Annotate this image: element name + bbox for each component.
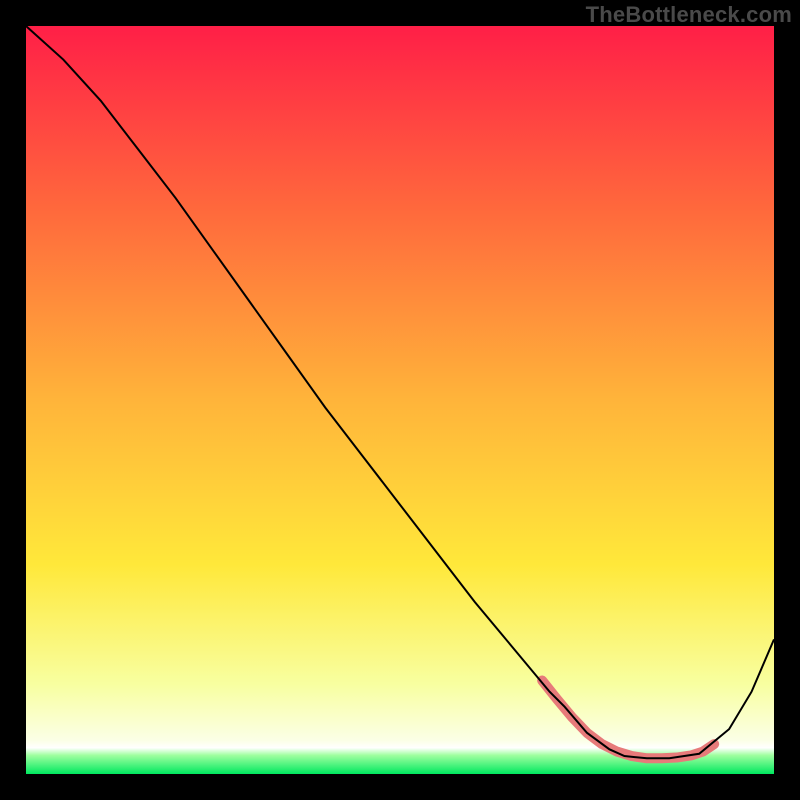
- gradient-fill: [26, 26, 774, 774]
- chart-frame: TheBottleneck.com: [0, 0, 800, 800]
- chart-svg: [26, 26, 774, 774]
- plot-area: [26, 26, 774, 774]
- watermark-text: TheBottleneck.com: [586, 2, 792, 28]
